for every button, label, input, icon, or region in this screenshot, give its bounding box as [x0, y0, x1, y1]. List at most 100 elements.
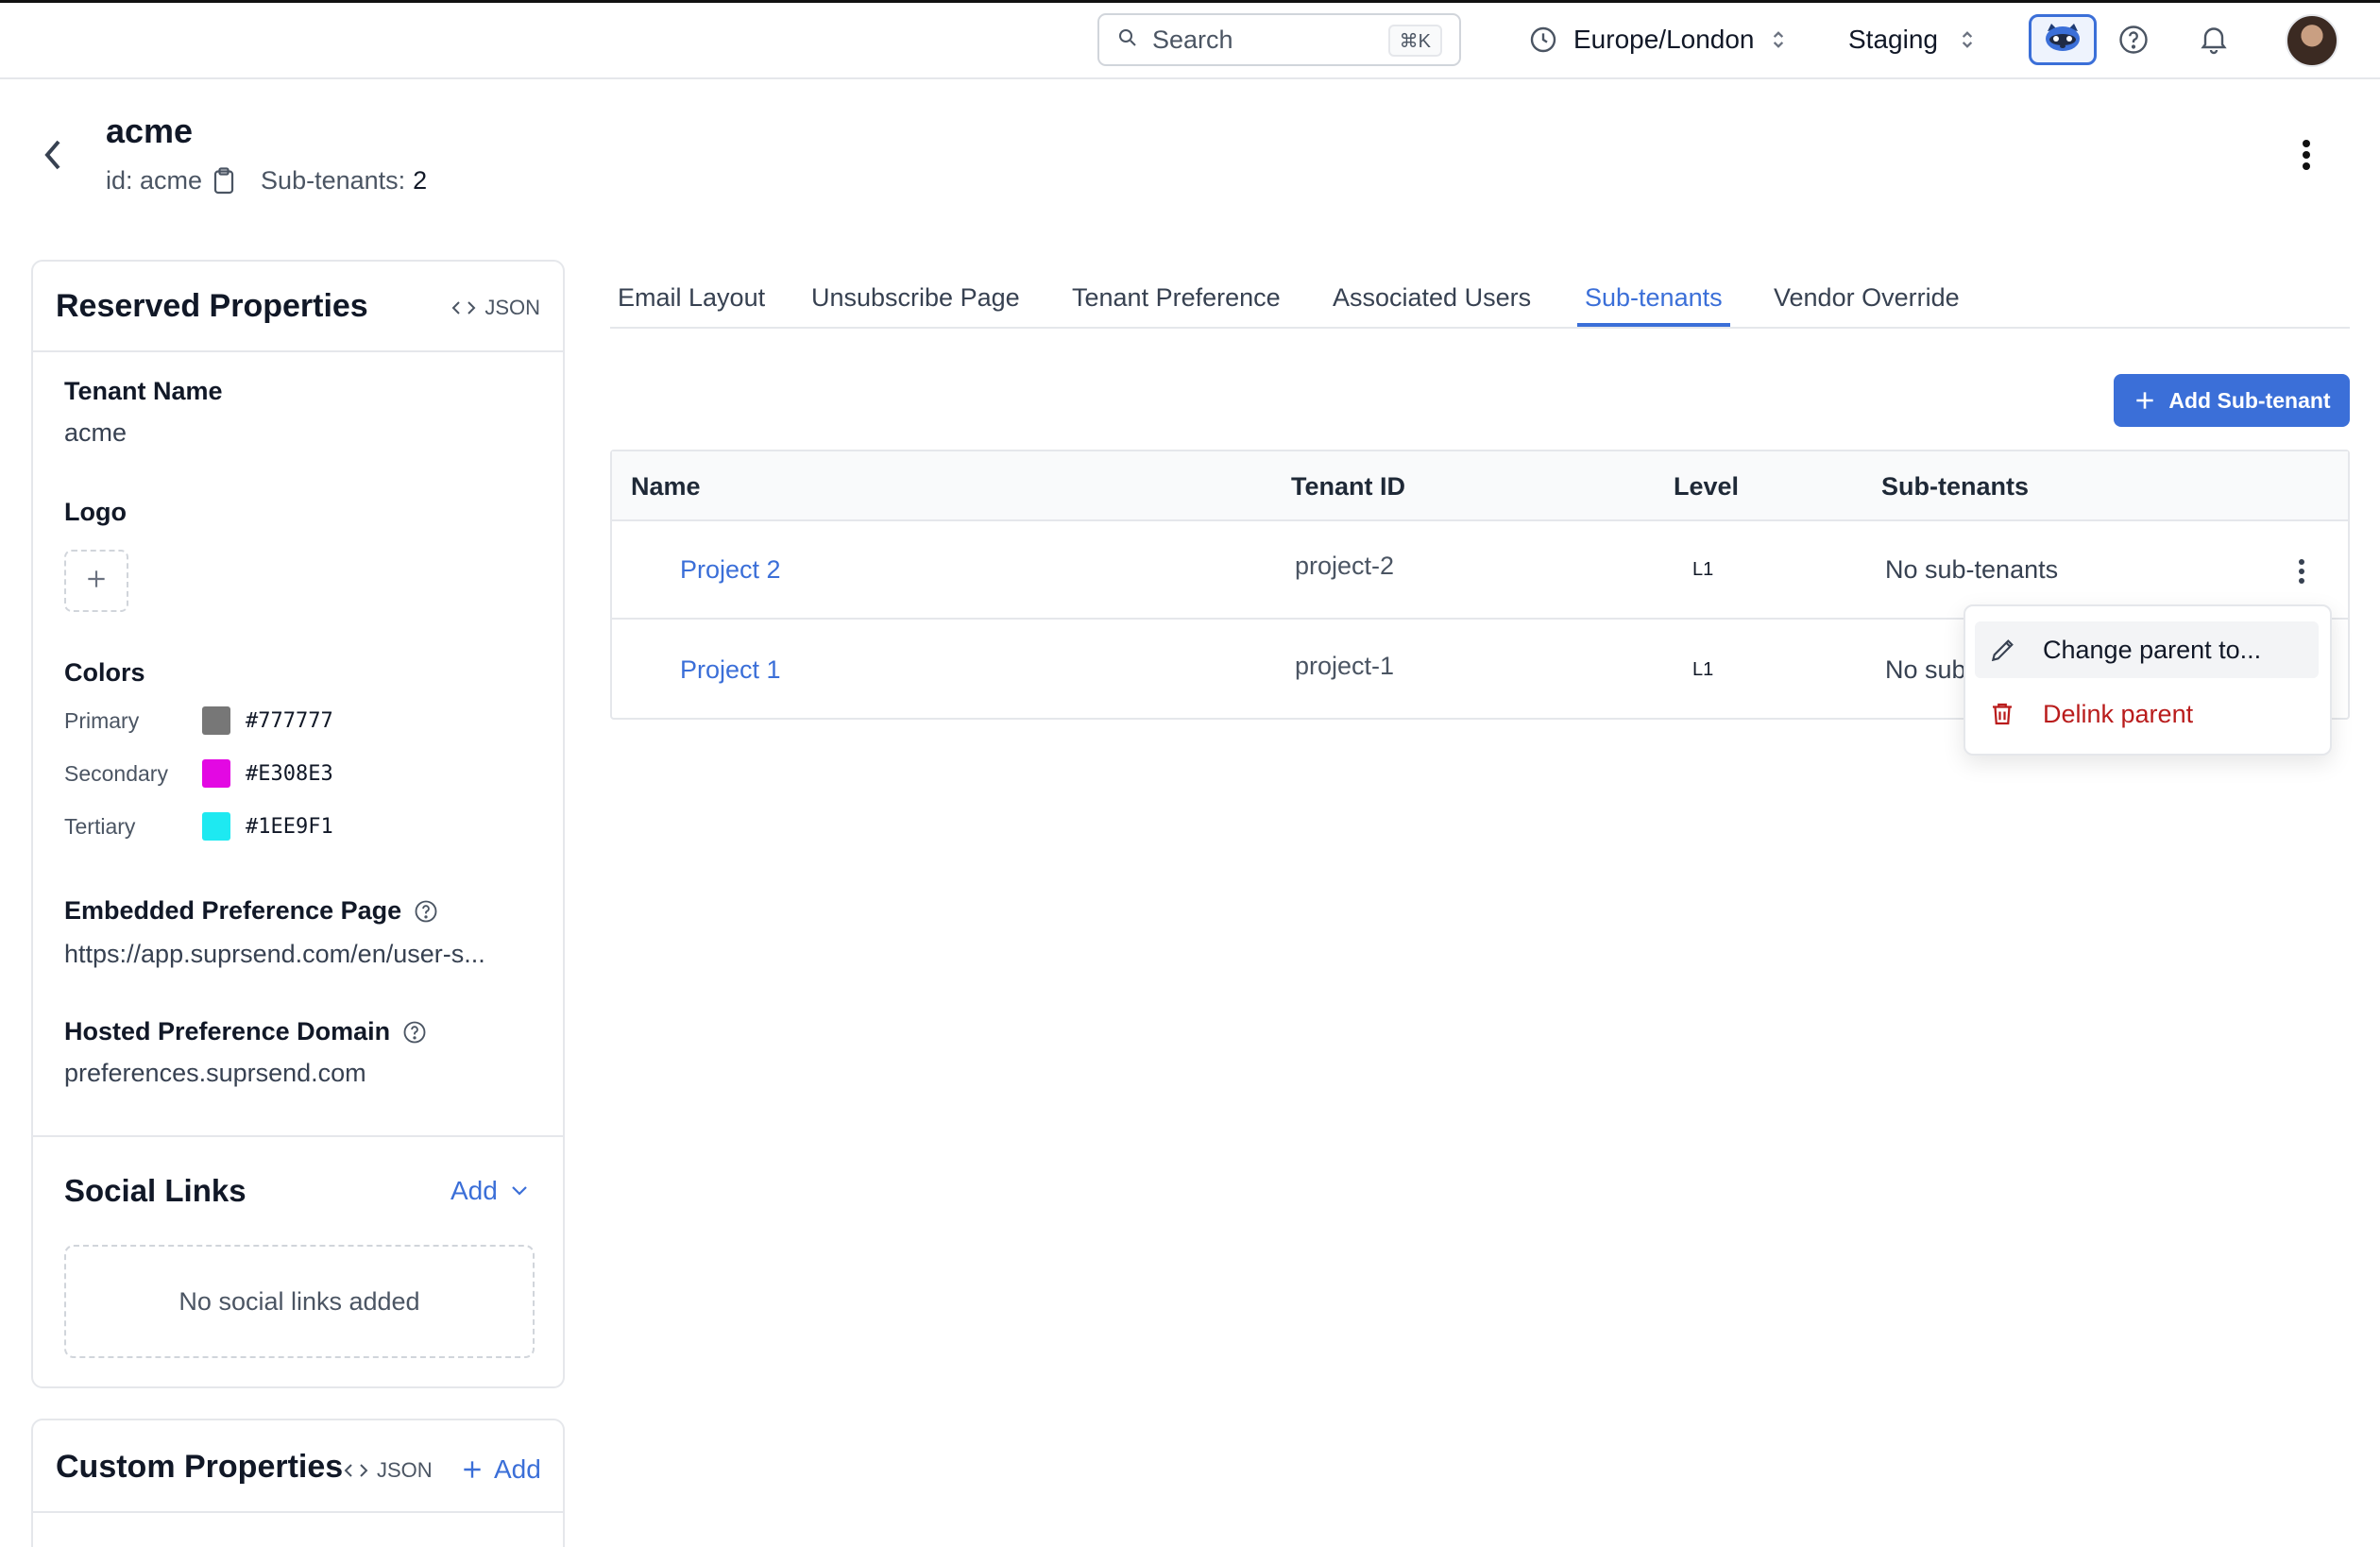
- tab-email-layout[interactable]: Email Layout: [618, 283, 765, 327]
- search-box[interactable]: Search ⌘K: [1097, 13, 1461, 66]
- custom-properties-title: Custom Properties: [56, 1449, 344, 1485]
- user-avatar[interactable]: [2286, 14, 2338, 67]
- color-swatch[interactable]: [202, 759, 230, 788]
- logo-label: Logo: [64, 498, 127, 526]
- raccoon-mascot-button[interactable]: [2029, 14, 2097, 65]
- tab-tenant-preference[interactable]: Tenant Preference: [1072, 283, 1281, 327]
- row-sub-tenants: No sub: [1885, 655, 1966, 684]
- add-sub-tenant-button[interactable]: Add Sub-tenant: [2114, 374, 2350, 427]
- custom-add-label: Add: [494, 1454, 541, 1484]
- plus-icon: [2133, 388, 2157, 413]
- row-level: L1: [1692, 559, 1714, 580]
- json-label: JSON: [377, 1458, 433, 1482]
- divider: [33, 1511, 563, 1513]
- environment-value: Staging: [1848, 25, 1938, 54]
- search-icon: [1116, 26, 1139, 54]
- row-more-options-icon[interactable]: [2297, 557, 2306, 590]
- json-label: JSON: [484, 296, 540, 319]
- trash-icon: [1988, 699, 2022, 729]
- code-icon: [343, 1461, 369, 1480]
- color-row-primary: Primary #777777: [64, 706, 333, 736]
- delink-parent-label: Delink parent: [2043, 699, 2194, 728]
- tab-unsubscribe-page[interactable]: Unsubscribe Page: [811, 283, 1020, 327]
- color-swatch[interactable]: [202, 812, 230, 841]
- row-level: L1: [1692, 659, 1714, 680]
- hosted-preference-label-row: Hosted Preference Domain: [64, 1017, 428, 1046]
- change-parent-menu-item[interactable]: Change parent to...: [1975, 621, 2319, 678]
- chevron-up-down-icon: [1770, 27, 1787, 52]
- column-header-name: Name: [631, 472, 701, 501]
- custom-add-button[interactable]: Add: [460, 1454, 541, 1485]
- colors-label: Colors: [64, 658, 145, 687]
- plus-icon: [460, 1457, 484, 1482]
- table-header: Name Tenant ID Level Sub-tenants: [612, 451, 2348, 521]
- plus-icon: [84, 567, 109, 596]
- more-options-icon[interactable]: [2301, 138, 2312, 177]
- social-links-title: Social Links: [64, 1173, 246, 1208]
- tab-associated-users[interactable]: Associated Users: [1333, 283, 1531, 327]
- row-tenant-id: project-2: [1295, 552, 1395, 580]
- tab-bar: Email Layout Unsubscribe Page Tenant Pre…: [610, 276, 2350, 329]
- pencil-icon: [1988, 635, 2022, 665]
- color-swatch[interactable]: [202, 706, 230, 735]
- subtenants-count-label: Sub-tenants:: [261, 166, 406, 195]
- column-header-tenant-id: Tenant ID: [1291, 472, 1405, 501]
- chevron-down-icon: [509, 1184, 530, 1198]
- tenant-meta: id: acme Sub-tenants: 2: [106, 166, 427, 196]
- reserved-properties-card: Reserved Properties JSON Tenant Name acm…: [31, 260, 565, 1388]
- color-hex: #1EE9F1: [246, 814, 333, 839]
- tenant-name-value: acme: [64, 418, 128, 447]
- color-hex: #777777: [246, 708, 333, 733]
- chevron-up-down-icon: [1959, 27, 1976, 52]
- divider: [33, 1135, 563, 1137]
- color-row-secondary: Secondary #E308E3: [64, 758, 333, 789]
- column-header-sub-tenants: Sub-tenants: [1881, 472, 2030, 501]
- color-row-tertiary: Tertiary #1EE9F1: [64, 811, 333, 842]
- reserved-json-button[interactable]: JSON: [450, 296, 540, 320]
- add-sub-tenant-label: Add Sub-tenant: [2168, 387, 2331, 413]
- subtenants-count: 2: [413, 166, 428, 195]
- search-label: Search: [1152, 25, 1233, 54]
- social-add-label: Add: [450, 1176, 498, 1205]
- back-arrow-icon[interactable]: [42, 138, 64, 177]
- search-shortcut: ⌘K: [1387, 25, 1442, 57]
- tab-sub-tenants[interactable]: Sub-tenants: [1577, 283, 1730, 327]
- environment-selector[interactable]: Staging: [1848, 17, 1976, 62]
- card-header: Reserved Properties JSON: [33, 262, 563, 352]
- color-name: Tertiary: [64, 813, 136, 839]
- embedded-preference-value: https://app.suprsend.com/en/user-s...: [64, 940, 485, 968]
- color-name: Primary: [64, 707, 140, 733]
- logo-upload-button[interactable]: [64, 550, 128, 612]
- timezone-selector[interactable]: Europe/London: [1528, 17, 1787, 62]
- bell-icon[interactable]: [2197, 21, 2231, 61]
- embedded-preference-label: Embedded Preference Page: [64, 896, 402, 925]
- row-name-link[interactable]: Project 1: [680, 655, 781, 685]
- row-action-menu: Change parent to... Delink parent: [1964, 604, 2332, 756]
- tab-vendor-override[interactable]: Vendor Override: [1774, 283, 1960, 327]
- delink-parent-menu-item[interactable]: Delink parent: [1975, 686, 2319, 742]
- tenant-id-label: id: acme: [106, 166, 203, 195]
- row-name-link[interactable]: Project 2: [680, 555, 781, 585]
- page-title: acme: [106, 111, 194, 150]
- column-header-level: Level: [1674, 472, 1740, 501]
- code-icon: [450, 298, 477, 317]
- raccoon-icon: [2042, 22, 2083, 59]
- row-tenant-id: project-1: [1295, 652, 1395, 680]
- custom-properties-card: Custom Properties JSON Add: [31, 1419, 565, 1547]
- color-hex: #E308E3: [246, 761, 333, 786]
- help-icon[interactable]: [2116, 23, 2150, 61]
- hosted-preference-label: Hosted Preference Domain: [64, 1017, 391, 1046]
- help-icon[interactable]: [401, 1019, 428, 1046]
- social-links-add-button[interactable]: Add: [450, 1176, 530, 1206]
- social-links-empty-state: No social links added: [64, 1245, 535, 1358]
- copy-icon[interactable]: [212, 166, 236, 196]
- help-icon[interactable]: [413, 898, 439, 925]
- embedded-preference-label-row: Embedded Preference Page: [64, 896, 439, 926]
- change-parent-label: Change parent to...: [2043, 635, 2262, 664]
- reserved-properties-title: Reserved Properties: [56, 288, 368, 324]
- timezone-value: Europe/London: [1573, 25, 1755, 54]
- tenant-name-label: Tenant Name: [64, 377, 223, 405]
- clock-icon: [1528, 25, 1558, 55]
- custom-json-button[interactable]: JSON: [343, 1458, 433, 1483]
- row-sub-tenants: No sub-tenants: [1885, 555, 2059, 584]
